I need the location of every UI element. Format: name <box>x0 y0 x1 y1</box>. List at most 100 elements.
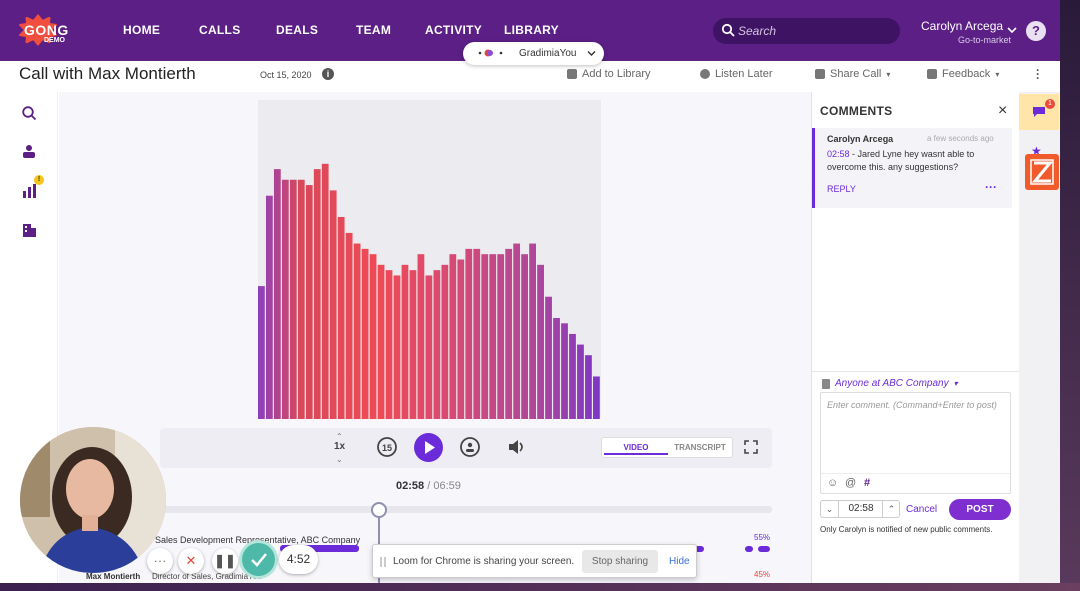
timeline-track[interactable] <box>160 506 772 513</box>
chart-bar <box>329 190 337 419</box>
current-time: 02:58 <box>396 480 425 492</box>
mention-icon[interactable]: @ <box>845 477 856 489</box>
comment-input[interactable]: Enter comment. (Command+Enter to post) ☺… <box>820 392 1011 494</box>
help-icon[interactable]: ? <box>1026 21 1046 41</box>
tab-video[interactable]: VIDEO <box>604 440 668 455</box>
chart-bar <box>457 259 465 419</box>
chart-bar <box>313 169 321 419</box>
caret-icon: ▾ <box>995 69 1000 79</box>
loom-pause-button[interactable]: ❚❚ <box>212 548 238 574</box>
chart-bar <box>553 317 560 419</box>
play-button[interactable] <box>414 433 443 462</box>
chevron-up-icon[interactable]: ⌃ <box>882 501 900 517</box>
hide-button[interactable]: Hide <box>669 556 690 567</box>
chart-bar <box>401 264 409 419</box>
comments-title: COMMENTS <box>820 104 893 118</box>
folder-icon <box>567 69 577 79</box>
presenter-image <box>20 427 166 573</box>
chart-bar <box>473 248 481 419</box>
search-icon[interactable] <box>21 105 37 121</box>
more-options-icon[interactable]: · · · <box>1036 64 1040 84</box>
post-button[interactable]: POST <box>949 499 1011 520</box>
speaker-1-track[interactable] <box>758 546 770 552</box>
loom-cancel-button[interactable]: ✕ <box>178 548 204 574</box>
skip-back-icon[interactable]: 15 <box>376 436 398 458</box>
chart-bar <box>505 248 513 419</box>
comment-author: Carolyn Arcega <box>827 134 894 144</box>
comment-more-icon[interactable]: ··· <box>985 180 997 194</box>
time-display: 02:58 / 06:59 <box>396 480 461 492</box>
chart-bar <box>337 216 345 419</box>
nav-team[interactable]: TEAM <box>356 23 391 37</box>
chevron-down-icon[interactable] <box>1007 26 1017 34</box>
feedback-button[interactable]: Feedback ▾ <box>927 68 999 80</box>
chart-bar <box>481 254 489 419</box>
stats-icon[interactable] <box>21 183 37 199</box>
search-input[interactable]: Search <box>713 18 900 44</box>
people-icon[interactable] <box>21 144 37 160</box>
share-call-button[interactable]: Share Call ▾ <box>815 68 890 80</box>
drag-handle[interactable] <box>380 557 386 567</box>
speaker-1-percent: 55% <box>754 533 771 542</box>
speed-up-icon[interactable]: ⌃ <box>336 432 343 441</box>
chart-bar <box>305 185 313 419</box>
speed-down-icon[interactable]: ⌄ <box>336 455 343 464</box>
tab-transcript[interactable]: TRANSCRIPT <box>670 440 730 455</box>
comment-text: - Jared Lyne hey wasnt able to overcome … <box>827 149 975 172</box>
skip-forward-icon[interactable] <box>459 436 481 458</box>
chart-bar <box>409 270 417 419</box>
z-logo-icon <box>1030 159 1054 185</box>
volume-icon[interactable] <box>508 439 526 455</box>
emoji-icon[interactable]: ☺ <box>827 477 838 489</box>
divider <box>812 371 1020 372</box>
comment-icon <box>1033 107 1045 117</box>
chart-bar <box>465 248 473 419</box>
timestamp-stepper[interactable]: ⌄ 02:58 ⌃ <box>820 500 900 518</box>
chart-bar <box>561 323 568 419</box>
comments-panel: COMMENTS × Carolyn Arcega a few seconds … <box>811 92 1020 583</box>
zapier-app-button[interactable] <box>1025 154 1059 190</box>
listen-later-button[interactable]: Listen Later <box>700 68 772 80</box>
feedback-label: Feedback <box>942 68 991 80</box>
chevron-down-icon[interactable]: ⌄ <box>821 501 839 517</box>
loom-more-button[interactable]: ··· <box>147 548 173 574</box>
share-call-label: Share Call <box>830 68 882 80</box>
add-to-library-button[interactable]: Add to Library <box>567 68 650 80</box>
chart-bar <box>529 243 536 419</box>
comment-timestamp[interactable]: 02:58 <box>827 149 850 159</box>
chart-bar <box>353 243 361 419</box>
info-icon[interactable]: i <box>322 68 334 80</box>
nav-library[interactable]: LIBRARY <box>504 23 559 37</box>
building-icon[interactable] <box>21 222 37 238</box>
presence-pill[interactable]: GradimiaYou <box>463 42 604 65</box>
chart-bar <box>361 248 369 419</box>
chart-bar <box>273 169 281 419</box>
reply-button[interactable]: REPLY <box>827 184 856 194</box>
presence-label: GradimiaYou <box>519 48 577 59</box>
visibility-dropdown[interactable]: Anyone at ABC Company ▾ <box>822 378 958 389</box>
loom-finish-button[interactable] <box>242 543 275 576</box>
play-icon <box>425 441 435 454</box>
cancel-button[interactable]: Cancel <box>906 504 937 515</box>
speaker-1-track[interactable] <box>745 546 753 552</box>
duration: 06:59 <box>433 480 461 492</box>
loom-webcam-bubble[interactable] <box>20 427 166 573</box>
playback-speed[interactable]: 1x <box>334 441 345 452</box>
nav-deals[interactable]: DEALS <box>276 23 318 37</box>
gong-logo[interactable]: GONG DEMO <box>14 12 70 48</box>
comment-item: Carolyn Arcega a few seconds ago 02:58 -… <box>812 128 1012 208</box>
close-icon[interactable]: × <box>998 102 1007 120</box>
search-placeholder: Search <box>738 24 777 38</box>
nav-activity[interactable]: ACTIVITY <box>425 23 482 37</box>
comment-placeholder: Enter comment. (Command+Enter to post) <box>827 400 997 410</box>
user-name[interactable]: Carolyn Arcega <box>921 19 1003 33</box>
playhead-handle[interactable] <box>371 502 387 518</box>
comments-tab[interactable]: 1 <box>1019 94 1059 130</box>
fullscreen-icon[interactable] <box>744 440 758 454</box>
hashtag-icon[interactable]: # <box>864 477 870 489</box>
timestamp-value: 02:58 <box>848 503 874 514</box>
stats-badge: ! <box>34 175 44 185</box>
stop-sharing-button[interactable]: Stop sharing <box>582 550 658 573</box>
nav-calls[interactable]: CALLS <box>199 23 241 37</box>
nav-home[interactable]: HOME <box>123 23 160 37</box>
